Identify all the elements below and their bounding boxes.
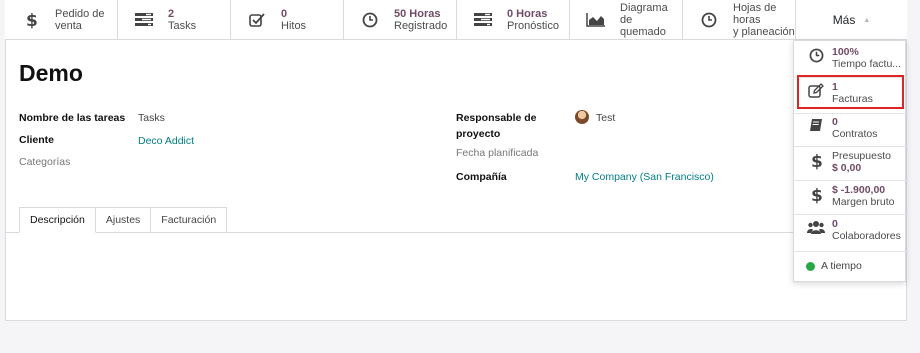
dropdown-item-invoices[interactable]: 1 Facturas (794, 81, 907, 105)
gross-margin-label: Margen bruto (832, 196, 895, 208)
area-chart-icon (584, 13, 608, 27)
budget-value: $ 0,00 (832, 162, 862, 174)
collaborators-label: Colaboradores (832, 230, 901, 242)
sale-order-line2: venta (55, 20, 82, 32)
billed-time-label: Tiempo factu... (832, 58, 902, 70)
burndown-button[interactable]: Diagrama de quemado (570, 0, 683, 40)
hours-forecast-label: Pronóstico (507, 20, 559, 32)
task-name-field[interactable]: Tasks (138, 112, 165, 124)
contracts-count: 0 (832, 116, 838, 128)
divider (794, 251, 907, 252)
burndown-line1: Diagrama de (620, 2, 668, 26)
dropdown-item-billed-time[interactable]: 100% Tiempo factu... (794, 46, 907, 70)
clock-icon (697, 12, 721, 28)
task-name-label: Nombre de las tareas (19, 112, 126, 124)
avatar (575, 110, 589, 124)
dollar-icon: $ (806, 184, 826, 204)
dropdown-item-budget[interactable]: $ Presupuesto $ 0,00 (794, 150, 907, 174)
timesheets-button[interactable]: Hojas de horas y planeación (683, 0, 796, 40)
budget-label: Presupuesto (832, 150, 891, 162)
tasks-label: Tasks (168, 20, 197, 32)
dropdown-item-status[interactable]: A tiempo (794, 260, 907, 272)
company-label: Compañía (456, 171, 507, 183)
status-dot-icon (806, 261, 815, 271)
invoices-count: 1 (832, 81, 838, 93)
manager-label: Responsable de proyecto (456, 110, 537, 142)
dollar-icon: $ (806, 150, 826, 170)
users-icon (806, 218, 826, 234)
manager-label-line1: Responsable de (456, 112, 537, 124)
company-field[interactable]: My Company (San Francisco) (575, 171, 714, 183)
divider (794, 180, 907, 181)
hours-forecast-value: 0 Horas (507, 8, 548, 20)
customer-field[interactable]: Deco Addict (138, 135, 194, 147)
gross-margin-value: $ -1.900,00 (832, 184, 886, 196)
notebook-tabs: Descripción Ajustes Facturación (19, 207, 228, 233)
book-icon (806, 116, 826, 133)
svg-text:$: $ (811, 186, 822, 204)
svg-text:$: $ (26, 11, 38, 29)
tags-label: Categorías (19, 156, 71, 168)
milestones-count: 0 (281, 8, 288, 20)
milestones-button[interactable]: 0 Hitos (231, 0, 344, 40)
milestones-label: Hitos (281, 20, 307, 32)
hours-recorded-button[interactable]: 50 Horas Registrado (344, 0, 457, 40)
sale-order-line1: Pedido de (55, 8, 105, 20)
contracts-label: Contratos (832, 128, 878, 140)
tasks-count: 2 (168, 8, 175, 20)
dropdown-item-collaborators[interactable]: 0 Colaboradores (794, 218, 907, 242)
divider (794, 77, 907, 78)
tasks-button[interactable]: 2 Tasks (118, 0, 231, 40)
caret-up-icon: ▲ (863, 16, 871, 24)
edit-icon (806, 81, 826, 98)
dollar-icon: $ (19, 11, 43, 29)
clock-icon (358, 12, 382, 28)
customer-label: Cliente (19, 134, 55, 146)
manager-label-line2: proyecto (456, 128, 501, 140)
tasks-icon (132, 13, 156, 27)
collaborators-count: 0 (832, 218, 838, 230)
tab-invoicing[interactable]: Facturación (150, 207, 228, 232)
clock-icon (806, 46, 826, 63)
check-square-icon (245, 12, 269, 28)
more-button-label: Más (832, 13, 856, 27)
form-sheet (5, 0, 907, 321)
divider (794, 214, 907, 215)
stat-button-box: $ Pedido de venta 2 Tasks 0 Hitos 50 Horas R… (5, 0, 907, 40)
divider (794, 146, 907, 147)
divider (794, 113, 907, 114)
billed-time-value: 100% (832, 46, 859, 58)
more-button[interactable]: Más ▲ (796, 0, 907, 40)
status-label: A tiempo (821, 260, 862, 272)
burndown-line2: quemado (620, 26, 666, 38)
hours-forecast-button[interactable]: 0 Horas Pronóstico (457, 0, 570, 40)
svg-text:$: $ (811, 152, 822, 170)
dropdown-item-gross-margin[interactable]: $ $ -1.900,00 Margen bruto (794, 184, 907, 208)
manager-field[interactable]: Test (596, 112, 615, 124)
hours-recorded-value: 50 Horas (394, 8, 441, 20)
tab-description[interactable]: Descripción (19, 207, 96, 233)
page-title: Demo (19, 60, 83, 86)
sale-order-button[interactable]: $ Pedido de venta (5, 0, 118, 40)
more-dropdown: 100% Tiempo factu... 1 Facturas 0 Contratos… (793, 40, 907, 282)
hours-recorded-label: Registrado (394, 20, 448, 32)
tasks-icon (471, 13, 495, 27)
timesheets-line2: y planeación (733, 26, 795, 38)
tab-settings[interactable]: Ajustes (94, 207, 152, 232)
timesheets-line1: Hojas de horas (733, 2, 777, 26)
planned-date-label: Fecha planificada (456, 147, 539, 159)
invoices-label: Facturas (832, 93, 873, 105)
dropdown-item-contracts[interactable]: 0 Contratos (794, 116, 907, 140)
